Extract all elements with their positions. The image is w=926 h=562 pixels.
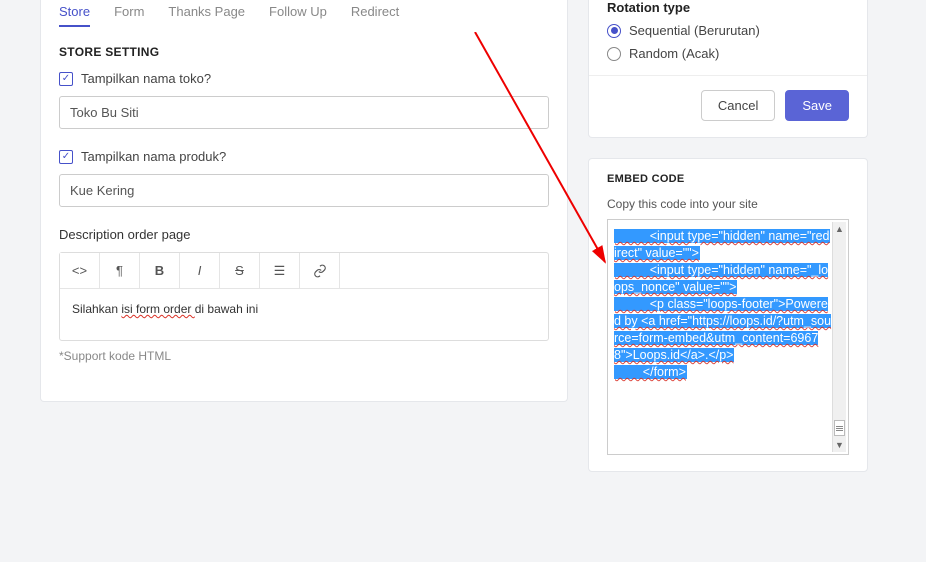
embed-code-heading: EMBED CODE — [607, 173, 849, 185]
radio-icon — [607, 47, 621, 61]
embed-code-card: EMBED CODE Copy this code into your site… — [588, 158, 868, 472]
radio-label: Random (Acak) — [629, 46, 719, 61]
show-product-name-checkbox[interactable]: ✓ — [59, 150, 73, 164]
embed-code-textarea[interactable]: <input type="hidden" name="redirect" val… — [607, 219, 849, 455]
radio-label: Sequential (Berurutan) — [629, 23, 760, 38]
product-name-input[interactable] — [59, 174, 549, 207]
editor-text-spellerror: isi form — [121, 302, 163, 316]
tab-form[interactable]: Form — [114, 0, 144, 27]
code-view-button[interactable]: <> — [60, 253, 100, 289]
show-product-name-label: Tampilkan nama produk? — [81, 149, 226, 164]
cancel-button[interactable]: Cancel — [701, 90, 775, 121]
paragraph-format-button[interactable]: ¶ — [100, 253, 140, 289]
editor-content[interactable]: Silahkan isi form order di bawah ini — [60, 290, 548, 340]
scroll-thumb[interactable] — [834, 420, 845, 436]
settings-tabs: Store Form Thanks Page Follow Up Redirec… — [59, 0, 549, 31]
code-scrollbar[interactable]: ▲ ▼ — [832, 222, 846, 452]
editor-toolbar: <> ¶ B I S ☰ — [60, 253, 548, 290]
radio-icon — [607, 24, 621, 38]
bold-button[interactable]: B — [140, 253, 180, 289]
embed-code-caption: Copy this code into your site — [607, 197, 849, 211]
description-editor: <> ¶ B I S ☰ Silahkan isi form order di … — [59, 252, 549, 341]
editor-text: di bawah ini — [195, 302, 258, 316]
link-button[interactable] — [300, 253, 340, 289]
italic-button[interactable]: I — [180, 253, 220, 289]
tab-thanks-page[interactable]: Thanks Page — [168, 0, 245, 27]
store-setting-heading: STORE SETTING — [59, 45, 549, 59]
editor-text-spellerror: order — [163, 302, 194, 316]
store-name-input[interactable] — [59, 96, 549, 129]
link-icon — [313, 264, 327, 278]
scroll-down-icon[interactable]: ▼ — [835, 438, 844, 452]
list-button[interactable]: ☰ — [260, 253, 300, 289]
scroll-up-icon[interactable]: ▲ — [835, 222, 844, 236]
show-store-name-checkbox[interactable]: ✓ — [59, 72, 73, 86]
html-support-hint: *Support kode HTML — [59, 349, 549, 363]
editor-text: Silahkan — [72, 302, 121, 316]
description-label: Description order page — [59, 227, 549, 242]
rotation-random-radio[interactable]: Random (Acak) — [607, 46, 849, 61]
strike-button[interactable]: S — [220, 253, 260, 289]
tab-follow-up[interactable]: Follow Up — [269, 0, 327, 27]
tab-redirect[interactable]: Redirect — [351, 0, 399, 27]
rotation-card: Rotation type Sequential (Berurutan) Ran… — [588, 0, 868, 138]
save-button[interactable]: Save — [785, 90, 849, 121]
store-settings-panel: Store Form Thanks Page Follow Up Redirec… — [40, 0, 568, 402]
tab-store[interactable]: Store — [59, 0, 90, 27]
show-store-name-label: Tampilkan nama toko? — [81, 71, 211, 86]
rotation-sequential-radio[interactable]: Sequential (Berurutan) — [607, 23, 849, 38]
rotation-type-label: Rotation type — [607, 0, 849, 15]
